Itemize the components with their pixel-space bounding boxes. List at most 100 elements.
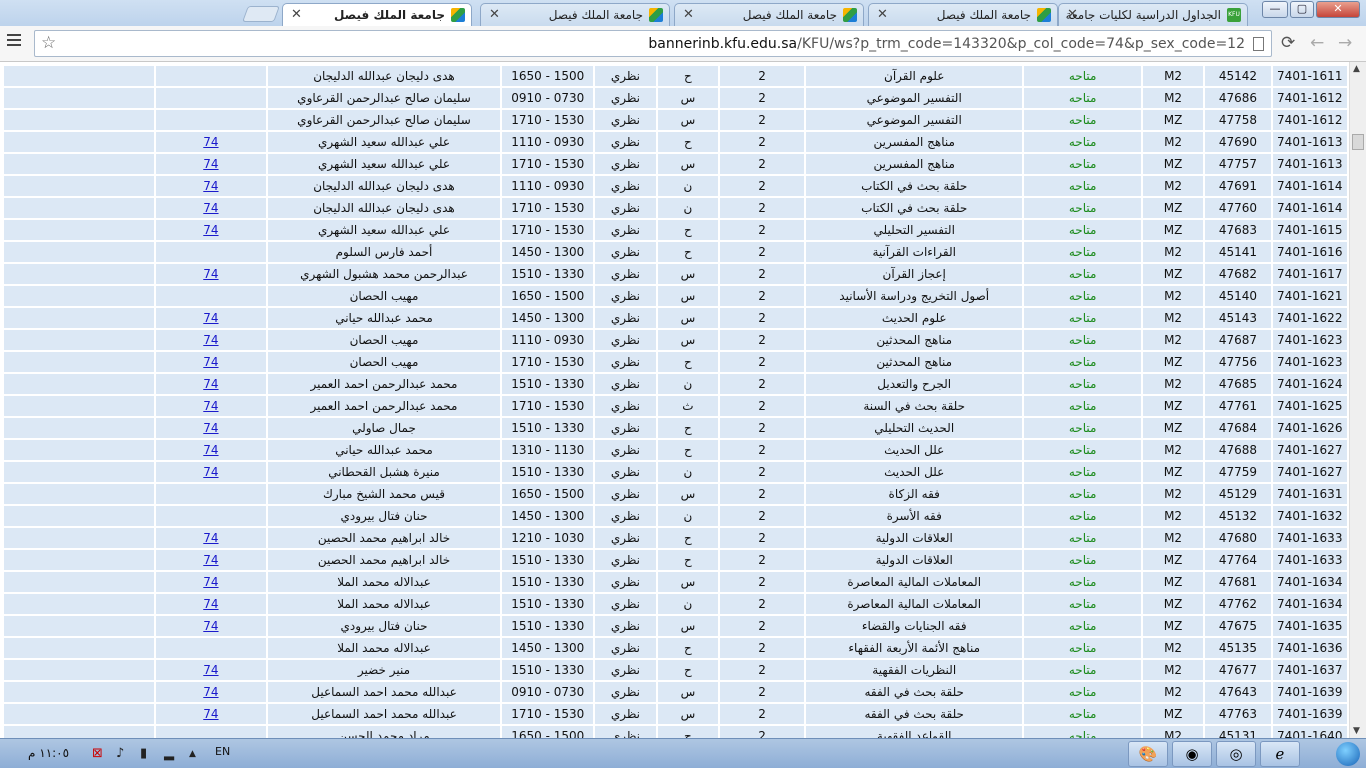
cell-link[interactable]: 74 <box>156 550 266 570</box>
window-close-button[interactable]: ✕ <box>1316 1 1360 18</box>
cell-course: 7401-1621 <box>1272 286 1347 306</box>
cell-link[interactable]: 74 <box>156 176 266 196</box>
cell-link[interactable]: 74 <box>156 264 266 284</box>
cell-link[interactable]: 74 <box>156 220 266 240</box>
cell-type: نظري <box>595 330 656 350</box>
close-icon[interactable]: ✕ <box>489 7 500 22</box>
cell-crn: 47761 <box>1205 396 1271 416</box>
tab-study-schedules[interactable]: KFU الجداول الدراسية لكليات جامعة ✕ <box>1058 3 1248 26</box>
cell-link[interactable]: 74 <box>156 440 266 460</box>
cell-link[interactable]: 74 <box>156 418 266 438</box>
cell-link[interactable]: 74 <box>156 572 266 592</box>
cell-sex: MZ <box>1142 572 1204 592</box>
volume-icon[interactable]: ♪ <box>116 746 124 761</box>
taskbar: ١١:٠٥ م ⊠ ♪ ▮ ▂ ▲ EN 🎨 ◉ ◎ ℯ <box>0 738 1366 768</box>
cell-sex: MZ <box>1142 220 1204 240</box>
cell-time: 1130 - 1310 <box>502 440 594 460</box>
cell-type: نظري <box>595 462 656 482</box>
cell-link[interactable]: 74 <box>156 594 266 614</box>
star-icon[interactable]: ☆ <box>41 34 56 52</box>
cell-course: 7401-1626 <box>1272 418 1347 438</box>
new-tab-button[interactable] <box>242 6 280 22</box>
cell-day: س <box>657 286 719 306</box>
maximize-button[interactable]: ▢ <box>1290 1 1314 18</box>
close-icon[interactable]: ✕ <box>877 7 888 22</box>
cell-empty <box>4 396 155 416</box>
table-row: 7401-1612 47758 MZ متاحه التفسير الموضوعي 2 س ن… <box>4 110 1347 130</box>
cell-type: نظري <box>595 704 656 724</box>
tab-label: جامعة الملك فيصل <box>936 8 1031 22</box>
reload-icon[interactable]: ⟳ <box>1281 33 1295 53</box>
tray-expand-icon[interactable]: ▲ <box>189 749 196 759</box>
cell-link[interactable]: 74 <box>156 704 266 724</box>
cell-empty <box>4 484 155 504</box>
cell-instructor: سليمان صالح عبدالرحمن القرعاوي <box>267 88 501 108</box>
cell-time: 0730 - 0910 <box>502 682 594 702</box>
cell-crn: 47760 <box>1205 198 1271 218</box>
forward-icon[interactable]: → <box>1338 33 1352 53</box>
cell-crn: 47757 <box>1205 154 1271 174</box>
scroll-up-icon[interactable]: ▲ <box>1353 64 1360 74</box>
cell-sex: M2 <box>1142 66 1204 86</box>
minimize-button[interactable]: — <box>1262 1 1288 18</box>
cell-day: ح <box>657 418 719 438</box>
address-bar[interactable]: ☆ bannerinb.kfu.edu.sa/KFU/ws?p_trm_code… <box>34 30 1272 57</box>
table-row: 7401-1614 47691 M2 متاحه حلقة بحث في الكتاب 2… <box>4 176 1347 196</box>
cell-status: متاحه <box>1024 132 1141 152</box>
close-icon[interactable]: ✕ <box>291 7 302 22</box>
chrome-icon[interactable]: ◉ <box>1172 741 1212 767</box>
ie-icon[interactable]: ℯ <box>1260 741 1300 767</box>
tab-kfu-3[interactable]: جامعة الملك فيصل ✕ <box>480 3 670 26</box>
cell-sex: MZ <box>1142 198 1204 218</box>
cell-sex: MZ <box>1142 462 1204 482</box>
cell-empty <box>4 66 155 86</box>
close-icon[interactable]: ✕ <box>1067 7 1078 22</box>
cell-link[interactable]: 74 <box>156 682 266 702</box>
table-row: 7401-1611 45142 M2 متاحه علوم القرآن 2 ح نظري 15… <box>4 66 1347 86</box>
cell-instructor: محمد عبدالرحمن احمد العمير <box>267 396 501 416</box>
cell-link[interactable]: 74 <box>156 308 266 328</box>
menu-icon[interactable] <box>7 34 21 48</box>
cell-link[interactable]: 74 <box>156 132 266 152</box>
language-indicator[interactable]: EN <box>215 745 230 758</box>
cell-hours: 2 <box>720 638 804 658</box>
cell-course: 7401-1617 <box>1272 264 1347 284</box>
vertical-scrollbar[interactable]: ▲ ▼ <box>1349 62 1366 738</box>
cell-course: 7401-1622 <box>1272 308 1347 328</box>
table-row: 7401-1633 47764 MZ متاحه العلاقات الدولية 2 ح ن… <box>4 550 1347 570</box>
cell-link[interactable]: 74 <box>156 352 266 372</box>
cell-title: حلقة بحث في السنة <box>805 396 1023 416</box>
cell-crn: 47685 <box>1205 374 1271 394</box>
cell-link[interactable]: 74 <box>156 198 266 218</box>
start-button[interactable] <box>1336 742 1360 766</box>
signal-icon[interactable]: ▂ <box>164 746 174 761</box>
cell-time: 1530 - 1710 <box>502 396 594 416</box>
tab-kfu-2[interactable]: جامعة الملك فيصل ✕ <box>674 3 864 26</box>
paint-icon[interactable]: 🎨 <box>1128 741 1168 767</box>
network-warning-icon[interactable]: ⊠ <box>92 746 103 761</box>
cell-link[interactable]: 74 <box>156 154 266 174</box>
back-icon[interactable]: ← <box>1310 33 1324 53</box>
tab-kfu-active[interactable]: جامعة الملك فيصل ✕ <box>282 3 472 26</box>
cell-link[interactable]: 74 <box>156 616 266 636</box>
scroll-thumb[interactable] <box>1352 134 1364 150</box>
cell-link[interactable]: 74 <box>156 528 266 548</box>
power-icon[interactable]: ▮ <box>140 746 147 761</box>
cell-course: 7401-1615 <box>1272 220 1347 240</box>
cell-link[interactable]: 74 <box>156 660 266 680</box>
cell-sex: M2 <box>1142 528 1204 548</box>
cell-course: 7401-1623 <box>1272 330 1347 350</box>
firefox-icon[interactable]: ◎ <box>1216 741 1256 767</box>
scroll-down-icon[interactable]: ▼ <box>1353 726 1360 736</box>
cell-hours: 2 <box>720 396 804 416</box>
cell-link[interactable]: 74 <box>156 374 266 394</box>
cell-course: 7401-1637 <box>1272 660 1347 680</box>
cell-link[interactable]: 74 <box>156 330 266 350</box>
clock[interactable]: ١١:٠٥ م <box>28 746 69 760</box>
cell-link[interactable]: 74 <box>156 396 266 416</box>
close-icon[interactable]: ✕ <box>683 7 694 22</box>
tab-label: جامعة الملك فيصل <box>548 8 643 22</box>
cell-link[interactable]: 74 <box>156 462 266 482</box>
cell-empty <box>4 506 155 526</box>
tab-kfu-1[interactable]: جامعة الملك فيصل ✕ <box>868 3 1058 26</box>
